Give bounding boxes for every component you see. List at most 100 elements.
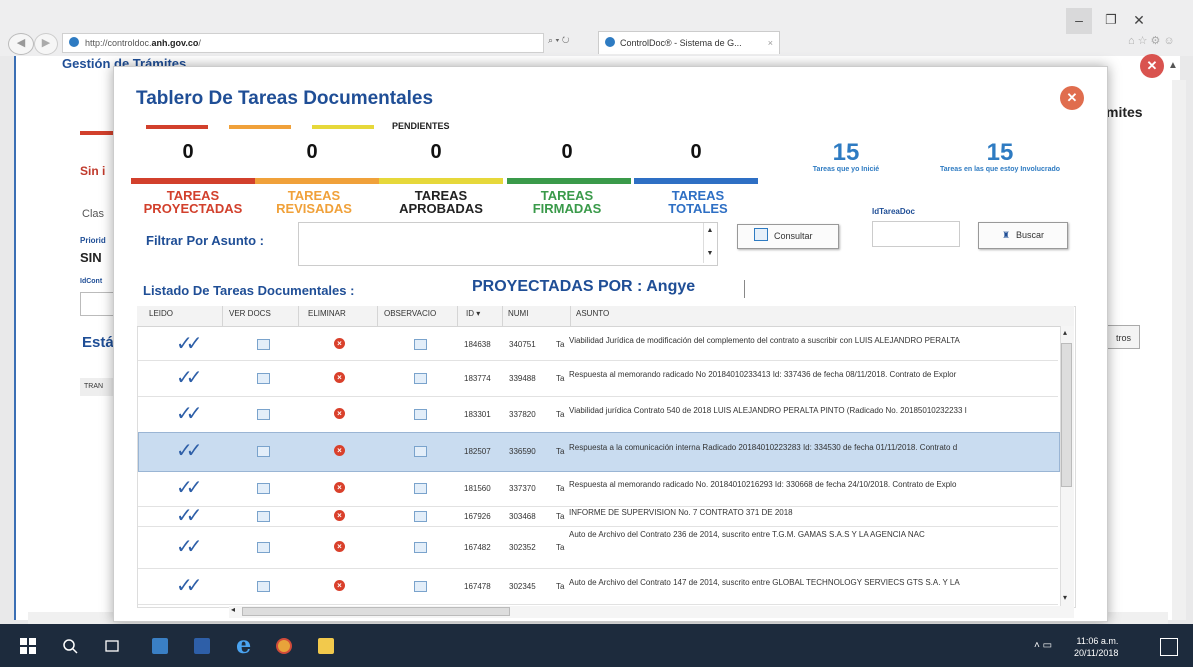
tab-favicon-icon — [605, 37, 615, 47]
read-check-icon: ✓✓ — [176, 401, 202, 425]
read-check-icon: ✓✓ — [176, 573, 202, 597]
bg-idcont-input[interactable] — [80, 292, 114, 316]
windows-start-icon[interactable] — [20, 638, 36, 654]
file-explorer-icon[interactable] — [318, 638, 334, 654]
browser-tools-icons[interactable]: ⌂☆⚙☺ — [1128, 34, 1178, 47]
category-bar-revisadas — [255, 178, 379, 184]
observation-icon[interactable] — [414, 581, 427, 592]
read-check-icon: ✓✓ — [176, 503, 202, 527]
row-id: 183774 — [464, 374, 491, 383]
address-bar[interactable]: http://controldoc.anh.gov.co/ — [62, 33, 544, 53]
row-type: Ta — [556, 543, 565, 552]
delete-icon[interactable]: × — [334, 510, 345, 521]
forward-button[interactable]: ▶ — [34, 33, 58, 55]
view-docs-icon[interactable] — [257, 446, 270, 457]
table-hscroll-thumb[interactable] — [242, 607, 510, 616]
system-tray-icons[interactable]: ˄ ▭ — [1034, 640, 1052, 651]
buscar-button[interactable]: ♜ Buscar — [978, 222, 1068, 249]
task-view-icon[interactable] — [104, 638, 120, 654]
observation-icon[interactable] — [414, 373, 427, 384]
taskbar-clock[interactable]: 11:06 a.m. 20/11/2018 — [1074, 635, 1118, 659]
back-button[interactable]: ◀ — [8, 33, 34, 55]
delete-icon[interactable]: × — [334, 372, 345, 383]
scroll-down-icon[interactable]: ▾ — [1063, 593, 1067, 602]
label-revisadas[interactable]: TAREAS REVISADAS — [252, 189, 376, 215]
window-maximize-button[interactable]: ❐ — [1100, 8, 1122, 32]
label-totales[interactable]: TAREAS TOTALES — [636, 189, 760, 215]
row-id: 167482 — [464, 543, 491, 552]
row-num: 339488 — [509, 374, 536, 383]
col-separator — [377, 306, 378, 326]
delete-icon[interactable]: × — [334, 338, 345, 349]
bg-clas-label: Clas — [82, 208, 105, 220]
view-docs-icon[interactable] — [257, 511, 270, 522]
count-totales: 0 — [690, 141, 702, 163]
tab-close-icon[interactable]: × — [768, 32, 773, 54]
spin-down-icon[interactable]: ▼ — [704, 250, 716, 257]
col-observacion[interactable]: OBSERVACIO — [384, 309, 436, 318]
idtareadoc-input[interactable] — [872, 221, 960, 247]
row-asunto: Viabilidad jurídica Contrato 540 de 2018… — [569, 406, 967, 415]
observation-icon[interactable] — [414, 542, 427, 553]
delete-icon[interactable]: × — [334, 445, 345, 456]
row-id: 182507 — [464, 447, 491, 456]
tab-title: ControlDoc® - Sistema de G... — [620, 38, 742, 48]
col-id[interactable]: ID ▾ — [466, 309, 480, 318]
count-firmadas: 0 — [561, 141, 573, 163]
delete-icon[interactable]: × — [334, 541, 345, 552]
scroll-left-icon[interactable]: ◂ — [231, 605, 235, 614]
delete-icon[interactable]: × — [334, 408, 345, 419]
observation-icon[interactable] — [414, 511, 427, 522]
view-docs-icon[interactable] — [257, 373, 270, 384]
site-icon — [69, 37, 79, 47]
observation-icon[interactable] — [414, 446, 427, 457]
internet-explorer-icon[interactable]: e — [236, 633, 258, 657]
address-controls[interactable]: ⌕ ▾ ↻ — [548, 35, 569, 46]
notifications-icon[interactable] — [1160, 638, 1178, 656]
spin-up-icon[interactable]: ▲ — [704, 227, 716, 234]
browser-tab[interactable]: ControlDoc® - Sistema de G... × — [598, 31, 780, 54]
stat-initiated-label: Tareas que yo Inicié — [812, 166, 880, 173]
window-close-button[interactable]: ✕ — [1128, 8, 1150, 32]
view-docs-icon[interactable] — [257, 409, 270, 420]
page-scroll-up-icon[interactable]: ▲ — [1168, 60, 1178, 71]
modal-close-button[interactable]: ✕ — [1060, 86, 1084, 110]
search-icon[interactable] — [62, 638, 78, 654]
delete-icon[interactable]: × — [334, 580, 345, 591]
view-docs-icon[interactable] — [257, 542, 270, 553]
category-bar-aprobadas — [379, 178, 503, 184]
word-icon[interactable] — [194, 638, 210, 654]
label-firmadas[interactable]: TAREAS FIRMADAS — [505, 189, 629, 215]
consultar-button[interactable]: Consultar — [737, 224, 839, 249]
observation-icon[interactable] — [414, 409, 427, 420]
col-asunto[interactable]: ASUNTO — [576, 309, 609, 318]
col-leido[interactable]: LEIDO — [149, 309, 173, 318]
label-proyectadas[interactable]: TAREAS PROYECTADAS — [131, 189, 255, 215]
filter-input-spinner[interactable]: ▲ ▼ — [703, 223, 716, 263]
observation-icon[interactable] — [414, 483, 427, 494]
observation-icon[interactable] — [414, 339, 427, 350]
stat-involved-number: 15 — [986, 139, 1014, 166]
scroll-up-icon[interactable]: ▴ — [1063, 328, 1067, 337]
col-eliminar[interactable]: ELIMINAR — [308, 309, 346, 318]
table-scroll-thumb[interactable] — [1061, 343, 1072, 487]
app-icon[interactable] — [152, 638, 168, 654]
count-proyectadas: 0 — [182, 141, 194, 163]
col-ver-docs[interactable]: VER DOCS — [229, 309, 271, 318]
view-docs-icon[interactable] — [257, 581, 270, 592]
page-scrollbar[interactable] — [1172, 80, 1186, 620]
view-docs-icon[interactable] — [257, 483, 270, 494]
view-docs-icon[interactable] — [257, 339, 270, 350]
row-type: Ta — [556, 374, 565, 383]
col-separator — [298, 306, 299, 326]
filter-subject-input[interactable] — [298, 222, 718, 266]
row-type: Ta — [556, 340, 565, 349]
window-minimize-button[interactable]: – — [1066, 8, 1092, 34]
label-aprobadas[interactable]: TAREAS APROBADAS — [379, 189, 503, 215]
delete-icon[interactable]: × — [334, 482, 345, 493]
table-row[interactable] — [138, 432, 1060, 472]
col-separator — [222, 306, 223, 326]
page-close-icon[interactable]: ✕ — [1140, 54, 1164, 78]
chrome-icon[interactable] — [276, 638, 292, 654]
col-num[interactable]: NUMI — [508, 309, 528, 318]
